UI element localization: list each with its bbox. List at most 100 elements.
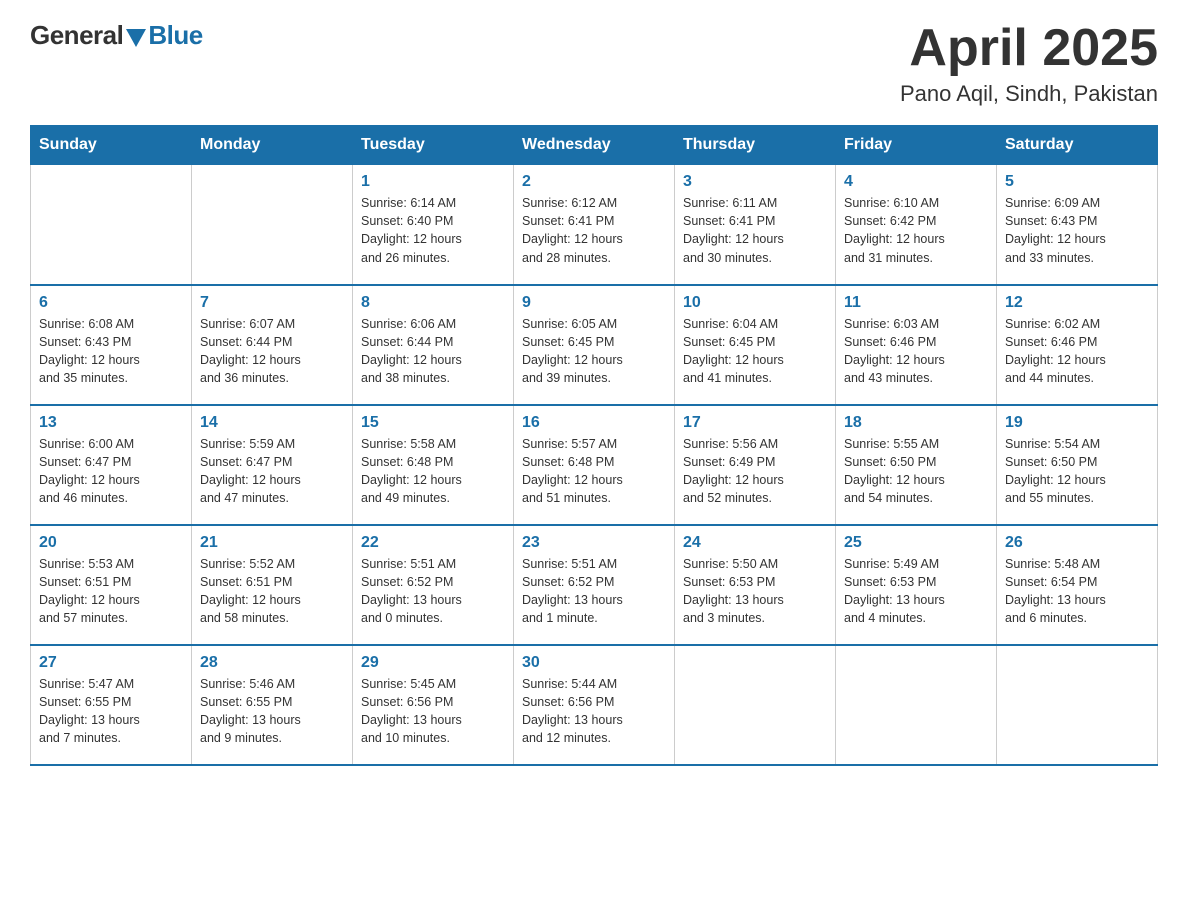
day-info: Sunrise: 6:11 AMSunset: 6:41 PMDaylight:… [683, 194, 827, 267]
day-number: 14 [200, 414, 344, 432]
calendar-cell: 8Sunrise: 6:06 AMSunset: 6:44 PMDaylight… [353, 285, 514, 405]
calendar-cell: 18Sunrise: 5:55 AMSunset: 6:50 PMDayligh… [836, 405, 997, 525]
calendar-cell [836, 645, 997, 765]
day-info: Sunrise: 5:51 AMSunset: 6:52 PMDaylight:… [522, 555, 666, 628]
calendar-week-row: 27 Sunrise: 5:47 AMSunset: 6:55 PMDayligh… [31, 645, 1158, 765]
day-info: Sunrise: 6:08 AMSunset: 6:43 PMDaylight:… [39, 315, 183, 388]
weekday-header-row: SundayMondayTuesdayWednesdayThursdayFrid… [31, 126, 1158, 165]
calendar-week-row: 13 Sunrise: 6:00 AMSunset: 6:47 PMDayligh… [31, 405, 1158, 525]
calendar-cell: 9Sunrise: 6:05 AMSunset: 6:45 PMDaylight… [514, 285, 675, 405]
location-title: Pano Aqil, Sindh, Pakistan [900, 81, 1158, 107]
day-number: 21 [200, 534, 344, 552]
day-number: 25 [844, 534, 988, 552]
day-info: Sunrise: 6:07 AMSunset: 6:44 PMDaylight:… [200, 315, 344, 388]
weekday-header-saturday: Saturday [997, 126, 1158, 165]
day-number: 15 [361, 414, 505, 432]
calendar-cell: 28Sunrise: 5:46 AMSunset: 6:55 PMDayligh… [192, 645, 353, 765]
calendar-cell: 24 Sunrise: 5:50 AMSunset: 6:53 PMDayligh… [675, 525, 836, 645]
calendar-cell: 13 Sunrise: 6:00 AMSunset: 6:47 PMDayligh… [31, 405, 192, 525]
calendar-cell: 19 Sunrise: 5:54 AMSunset: 6:50 PMDayligh… [997, 405, 1158, 525]
day-info: Sunrise: 5:49 AMSunset: 6:53 PMDaylight:… [844, 555, 988, 628]
logo-general-text: General [30, 20, 123, 51]
logo: General Blue [30, 20, 203, 51]
weekday-header-monday: Monday [192, 126, 353, 165]
day-number: 1 [361, 173, 505, 191]
calendar-cell: 21 Sunrise: 5:52 AMSunset: 6:51 PMDayligh… [192, 525, 353, 645]
calendar-cell [192, 165, 353, 285]
day-number: 6 [39, 294, 183, 312]
calendar-cell: 14 Sunrise: 5:59 AMSunset: 6:47 PMDayligh… [192, 405, 353, 525]
day-number: 3 [683, 173, 827, 191]
day-number: 23 [522, 534, 666, 552]
logo-blue-text: Blue [148, 20, 202, 51]
title-block: April 2025 Pano Aqil, Sindh, Pakistan [900, 20, 1158, 107]
calendar-cell: 23 Sunrise: 5:51 AMSunset: 6:52 PMDayligh… [514, 525, 675, 645]
month-title: April 2025 [900, 20, 1158, 77]
day-number: 26 [1005, 534, 1149, 552]
day-info: Sunrise: 6:04 AMSunset: 6:45 PMDaylight:… [683, 315, 827, 388]
day-info: Sunrise: 5:52 AMSunset: 6:51 PMDaylight:… [200, 555, 344, 628]
day-info: Sunrise: 5:57 AMSunset: 6:48 PMDaylight:… [522, 435, 666, 508]
day-info: Sunrise: 5:58 AMSunset: 6:48 PMDaylight:… [361, 435, 505, 508]
weekday-header-tuesday: Tuesday [353, 126, 514, 165]
weekday-header-sunday: Sunday [31, 126, 192, 165]
day-number: 29 [361, 654, 505, 672]
calendar-cell [675, 645, 836, 765]
day-number: 5 [1005, 173, 1149, 191]
day-number: 24 [683, 534, 827, 552]
calendar-cell: 4Sunrise: 6:10 AMSunset: 6:42 PMDaylight… [836, 165, 997, 285]
day-number: 10 [683, 294, 827, 312]
day-info: Sunrise: 6:00 AMSunset: 6:47 PMDaylight:… [39, 435, 183, 508]
calendar-week-row: 20 Sunrise: 5:53 AMSunset: 6:51 PMDayligh… [31, 525, 1158, 645]
calendar-week-row: 6 Sunrise: 6:08 AMSunset: 6:43 PMDaylight… [31, 285, 1158, 405]
day-number: 18 [844, 414, 988, 432]
day-info: Sunrise: 5:59 AMSunset: 6:47 PMDaylight:… [200, 435, 344, 508]
day-number: 7 [200, 294, 344, 312]
day-info: Sunrise: 5:53 AMSunset: 6:51 PMDaylight:… [39, 555, 183, 628]
calendar-cell: 3 Sunrise: 6:11 AMSunset: 6:41 PMDaylight… [675, 165, 836, 285]
day-info: Sunrise: 5:51 AMSunset: 6:52 PMDaylight:… [361, 555, 505, 628]
day-info: Sunrise: 5:47 AMSunset: 6:55 PMDaylight:… [39, 675, 183, 748]
weekday-header-wednesday: Wednesday [514, 126, 675, 165]
calendar-cell: 5 Sunrise: 6:09 AMSunset: 6:43 PMDaylight… [997, 165, 1158, 285]
day-info: Sunrise: 6:02 AMSunset: 6:46 PMDaylight:… [1005, 315, 1149, 388]
calendar-header: SundayMondayTuesdayWednesdayThursdayFrid… [31, 126, 1158, 165]
day-number: 12 [1005, 294, 1149, 312]
calendar-body: 1Sunrise: 6:14 AMSunset: 6:40 PMDaylight… [31, 165, 1158, 765]
day-info: Sunrise: 6:09 AMSunset: 6:43 PMDaylight:… [1005, 194, 1149, 267]
calendar-cell [31, 165, 192, 285]
day-number: 30 [522, 654, 666, 672]
logo-triangle-icon [126, 29, 146, 47]
calendar-week-row: 1Sunrise: 6:14 AMSunset: 6:40 PMDaylight… [31, 165, 1158, 285]
day-info: Sunrise: 5:54 AMSunset: 6:50 PMDaylight:… [1005, 435, 1149, 508]
calendar-cell: 17 Sunrise: 5:56 AMSunset: 6:49 PMDayligh… [675, 405, 836, 525]
calendar-cell: 20 Sunrise: 5:53 AMSunset: 6:51 PMDayligh… [31, 525, 192, 645]
calendar-cell: 27 Sunrise: 5:47 AMSunset: 6:55 PMDayligh… [31, 645, 192, 765]
calendar-cell: 25 Sunrise: 5:49 AMSunset: 6:53 PMDayligh… [836, 525, 997, 645]
calendar-cell: 2 Sunrise: 6:12 AMSunset: 6:41 PMDaylight… [514, 165, 675, 285]
day-number: 22 [361, 534, 505, 552]
calendar-cell [997, 645, 1158, 765]
day-number: 2 [522, 173, 666, 191]
weekday-header-friday: Friday [836, 126, 997, 165]
day-info: Sunrise: 5:45 AMSunset: 6:56 PMDaylight:… [361, 675, 505, 748]
calendar-table: SundayMondayTuesdayWednesdayThursdayFrid… [30, 125, 1158, 766]
day-number: 13 [39, 414, 183, 432]
calendar-cell: 26 Sunrise: 5:48 AMSunset: 6:54 PMDayligh… [997, 525, 1158, 645]
day-number: 20 [39, 534, 183, 552]
day-number: 27 [39, 654, 183, 672]
day-info: Sunrise: 6:12 AMSunset: 6:41 PMDaylight:… [522, 194, 666, 267]
day-number: 19 [1005, 414, 1149, 432]
day-info: Sunrise: 6:05 AMSunset: 6:45 PMDaylight:… [522, 315, 666, 388]
page-header: General Blue April 2025 Pano Aqil, Sindh… [30, 20, 1158, 107]
day-info: Sunrise: 5:48 AMSunset: 6:54 PMDaylight:… [1005, 555, 1149, 628]
day-info: Sunrise: 5:50 AMSunset: 6:53 PMDaylight:… [683, 555, 827, 628]
day-number: 17 [683, 414, 827, 432]
day-info: Sunrise: 5:56 AMSunset: 6:49 PMDaylight:… [683, 435, 827, 508]
day-number: 4 [844, 173, 988, 191]
calendar-cell: 16 Sunrise: 5:57 AMSunset: 6:48 PMDayligh… [514, 405, 675, 525]
calendar-cell: 10 Sunrise: 6:04 AMSunset: 6:45 PMDayligh… [675, 285, 836, 405]
calendar-cell: 12 Sunrise: 6:02 AMSunset: 6:46 PMDayligh… [997, 285, 1158, 405]
weekday-header-thursday: Thursday [675, 126, 836, 165]
day-number: 16 [522, 414, 666, 432]
